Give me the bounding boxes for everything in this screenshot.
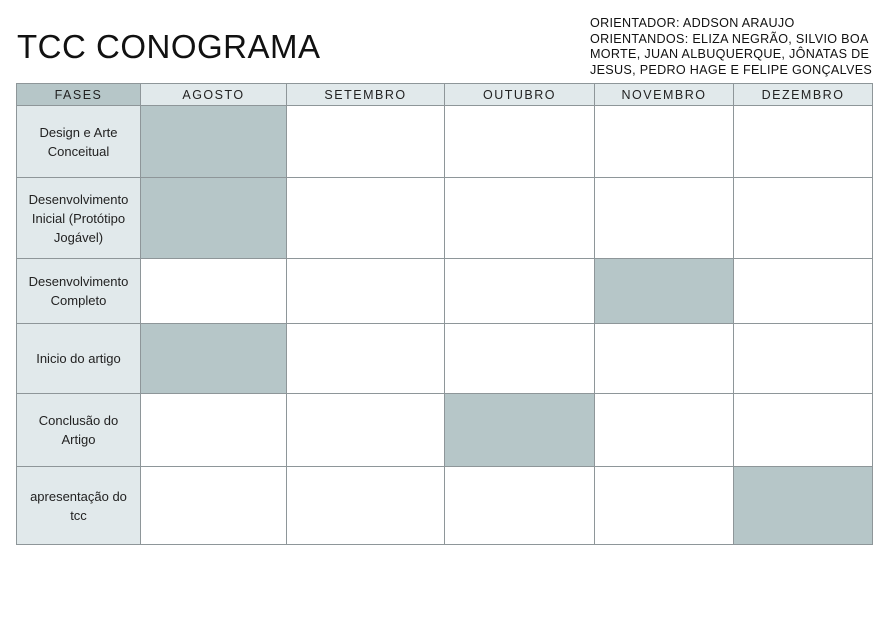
phase-cell: Desenvolvimento Inicial (Protótipo Jogáv… xyxy=(16,177,141,259)
schedule-cell xyxy=(286,105,445,178)
schedule-cell xyxy=(140,393,287,467)
schedule-cell xyxy=(444,258,595,324)
header-month-novembro: NOVEMBRO xyxy=(594,83,734,106)
credits: ORIENTADOR: ADDSON ARAUJO ORIENTANDOS: E… xyxy=(590,16,880,78)
schedule-cell xyxy=(286,258,445,324)
header-month-dezembro: DEZEMBRO xyxy=(733,83,873,106)
phase-cell: Design e Arte Conceitual xyxy=(16,105,141,178)
phase-cell: Inicio do artigo xyxy=(16,323,141,394)
schedule-cell xyxy=(286,177,445,259)
header-row: FASES AGOSTO SETEMBRO OUTUBRO NOVEMBRO DEZEM… xyxy=(16,83,873,106)
header-month-outubro: OUTUBRO xyxy=(444,83,595,106)
schedule-cell xyxy=(594,323,734,394)
table-row: Conclusão do Artigo xyxy=(16,393,873,467)
schedule-cell xyxy=(444,105,595,178)
schedule-cell xyxy=(733,323,873,394)
table-row: apresentação do tcc xyxy=(16,466,873,545)
header-month-setembro: SETEMBRO xyxy=(286,83,445,106)
schedule-cell-active xyxy=(733,466,873,545)
phase-cell: apresentação do tcc xyxy=(16,466,141,545)
phase-cell: Conclusão do Artigo xyxy=(16,393,141,467)
students: ORIENTANDOS: ELIZA NEGRÃO, SILVIO BOA MO… xyxy=(590,31,873,77)
advisor: ORIENTADOR: ADDSON ARAUJO xyxy=(590,16,795,30)
table-row: Desenvolvimento Completo xyxy=(16,258,873,324)
header-month-agosto: AGOSTO xyxy=(140,83,287,106)
table-row: Design e Arte Conceitual xyxy=(16,105,873,178)
header-fases: FASES xyxy=(16,83,141,106)
schedule-cell xyxy=(140,258,287,324)
schedule-cell xyxy=(733,258,873,324)
schedule-cell-active xyxy=(140,323,287,394)
page-title: TCC CONOGRAMA xyxy=(17,28,321,65)
phase-cell: Desenvolvimento Completo xyxy=(16,258,141,324)
schedule-cell xyxy=(444,323,595,394)
schedule-cell xyxy=(733,105,873,178)
schedule-cell xyxy=(140,466,287,545)
schedule-cell xyxy=(733,393,873,467)
schedule-cell xyxy=(594,177,734,259)
schedule-cell-active xyxy=(140,177,287,259)
schedule-cell xyxy=(594,105,734,178)
schedule-cell xyxy=(444,177,595,259)
schedule-cell xyxy=(286,393,445,467)
schedule-cell xyxy=(733,177,873,259)
schedule-cell xyxy=(594,393,734,467)
schedule-cell-active xyxy=(444,393,595,467)
schedule-cell xyxy=(286,323,445,394)
schedule-cell xyxy=(286,466,445,545)
schedule-cell xyxy=(444,466,595,545)
schedule-table: FASES AGOSTO SETEMBRO OUTUBRO NOVEMBRO DEZEM… xyxy=(16,83,873,545)
schedule-cell-active xyxy=(140,105,287,178)
table-row: Inicio do artigo xyxy=(16,323,873,394)
table-row: Desenvolvimento Inicial (Protótipo Jogáv… xyxy=(16,177,873,259)
schedule-cell-active xyxy=(594,258,734,324)
schedule-cell xyxy=(594,466,734,545)
